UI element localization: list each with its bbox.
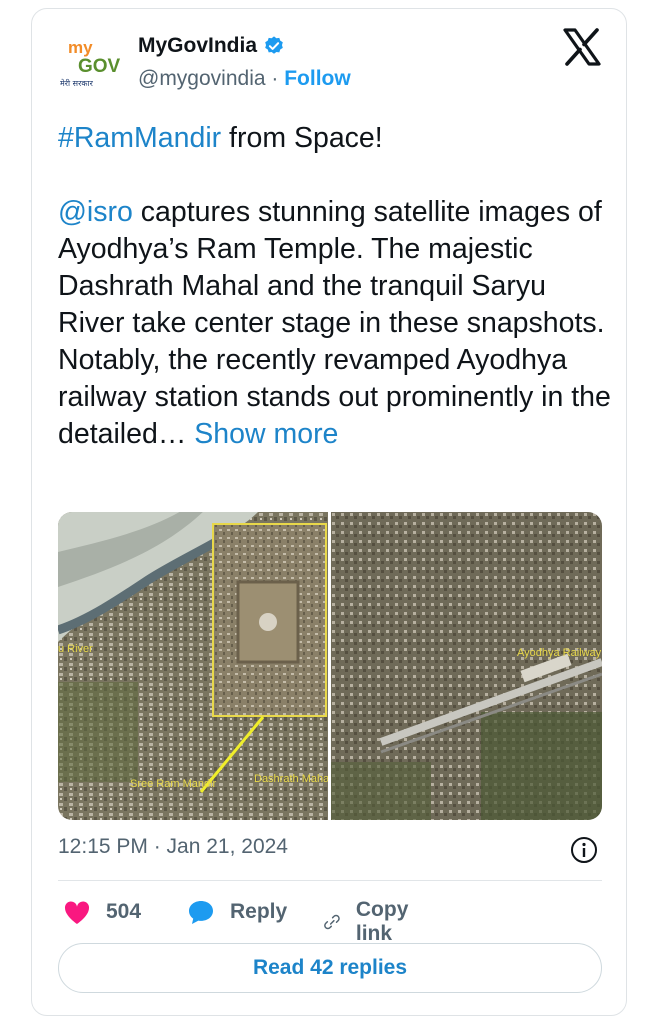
image-label-railway: Ayodhya Railway Stn: [517, 647, 602, 659]
image-label-saryu: u River: [58, 643, 93, 655]
mention-link[interactable]: @isro: [58, 196, 133, 228]
author-name-row[interactable]: MyGovIndia: [138, 34, 285, 58]
info-icon[interactable]: [570, 836, 598, 864]
author-handle[interactable]: @mygovindia: [138, 67, 266, 90]
handle-row: @mygovindia · Follow: [138, 67, 351, 91]
copy-link-label: Copy link: [355, 898, 409, 945]
avatar-text-gov: GOV: [78, 56, 121, 77]
satellite-image-railway-station[interactable]: Ayodhya Railway Stn: [331, 512, 602, 820]
show-more-link[interactable]: Show more: [194, 418, 338, 450]
hashtag-link[interactable]: #RamMandir: [58, 122, 221, 154]
image-label-dashrath-mahal: Dashrath Mahal: [254, 773, 328, 785]
like-button[interactable]: 504: [62, 898, 141, 926]
reply-button[interactable]: Reply: [186, 898, 287, 926]
handle-separator: ·: [271, 67, 279, 90]
divider: [58, 880, 602, 881]
tweet-media[interactable]: u River Sree Ram Mandir Dashrath Mahal A…: [58, 512, 602, 820]
heart-icon: [64, 901, 90, 924]
avatar-text-my: my: [68, 38, 93, 57]
tweet-body-text: captures stunning satellite images of Ay…: [58, 196, 611, 450]
read-replies-button[interactable]: Read 42 replies: [58, 943, 602, 993]
mygov-avatar[interactable]: my GOV मेरी सरकार: [60, 36, 124, 94]
like-count: 504: [106, 900, 142, 923]
reply-bubble-icon: [189, 901, 213, 924]
tweet-text: #RamMandir from Space! @isro captures st…: [58, 120, 618, 453]
image-label-ram-mandir: Sree Ram Mandir: [130, 778, 217, 790]
tweet-timestamp[interactable]: 12:15 PM · Jan 21, 2024: [58, 835, 288, 859]
verified-badge-icon: [265, 36, 283, 54]
author-name[interactable]: MyGovIndia: [138, 34, 257, 58]
satellite-image-ram-mandir[interactable]: u River Sree Ram Mandir Dashrath Mahal: [58, 512, 328, 820]
copy-link-button[interactable]: Copy link: [322, 898, 419, 946]
follow-button[interactable]: Follow: [284, 67, 351, 90]
link-icon: [324, 914, 340, 930]
reply-label: Reply: [230, 900, 288, 923]
x-logo-icon[interactable]: [562, 28, 602, 66]
tweet-line1-text: from Space!: [221, 122, 383, 154]
avatar-subtext: मेरी सरकार: [60, 78, 94, 88]
